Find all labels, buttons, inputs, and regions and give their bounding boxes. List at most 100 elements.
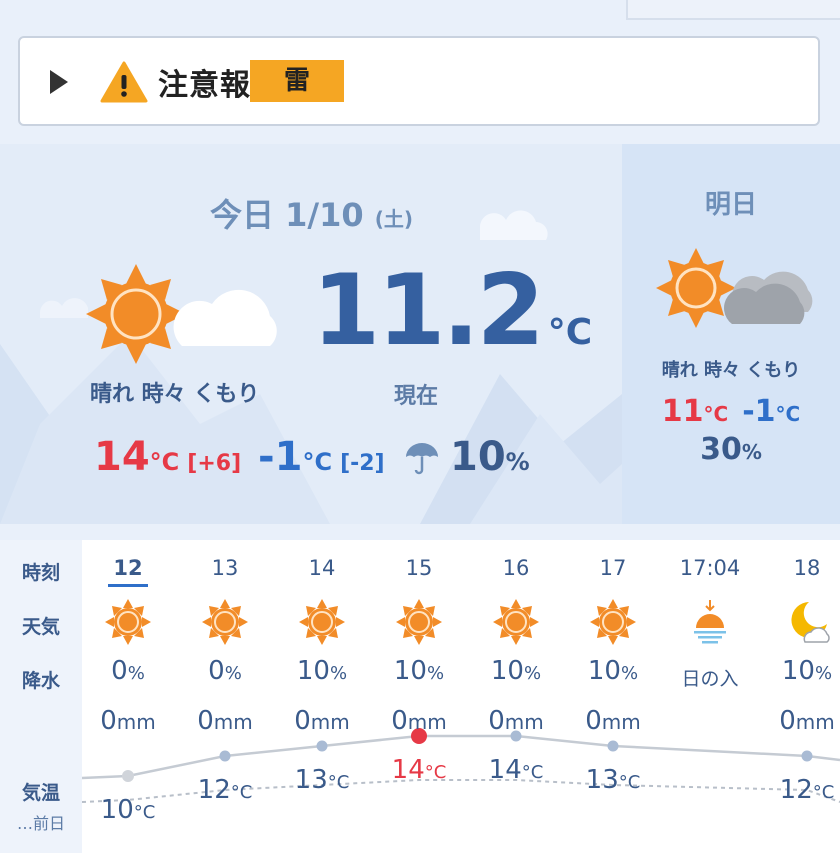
precip-amount-unit: mm	[601, 710, 641, 734]
date-text: 今日 1/10	[210, 196, 364, 234]
time-row-label: 時刻	[21, 562, 60, 584]
precip-amount-value: 0	[779, 706, 796, 736]
precip-value: 10	[587, 656, 621, 686]
hour-column: 14 10% 0mm	[274, 540, 370, 853]
precip-probability: 10%	[468, 656, 564, 686]
sunset-icon	[686, 598, 734, 646]
precip-unit: %	[523, 663, 542, 684]
pop-value: 10	[450, 434, 506, 480]
sun-icon	[104, 598, 152, 646]
min-diff: [-2]	[340, 451, 385, 476]
min-value: -1	[258, 434, 303, 480]
warning-icon	[100, 61, 148, 103]
now-label: 現在	[394, 384, 439, 409]
today-condition: 晴れ 時々 くもり	[90, 382, 260, 407]
precip-value: 0	[208, 656, 225, 686]
tomorrow-condition: 晴れ 時々 くもり	[661, 360, 801, 381]
hour-label: 14	[308, 556, 336, 580]
max-unit: °C	[149, 448, 180, 476]
prev-day-label: …前日	[16, 814, 65, 833]
sun-icon	[298, 598, 346, 646]
precip-amount: 0mm	[177, 706, 273, 736]
hourly-forecast[interactable]: 時刻 天気 降水 気温 …前日 10°C 12°C 13°C 14°C 14°C 13°C…	[0, 540, 840, 853]
tomorrow-max: 11°C	[662, 394, 728, 429]
precip-unit: %	[620, 663, 639, 684]
current-temp-value: 11.2	[312, 254, 545, 368]
hour-label: 17:04	[679, 556, 741, 580]
precip-value: 10	[781, 656, 815, 686]
hour-label: 15	[405, 556, 433, 580]
expand-triangle-icon[interactable]	[50, 70, 68, 94]
precip-amount-unit: mm	[504, 710, 544, 734]
sun-icon	[589, 598, 637, 646]
hour-label: 17	[599, 556, 627, 580]
precip-amount-unit: mm	[213, 710, 253, 734]
hour-column: 15 10% 0mm	[371, 540, 467, 853]
precip-probability: 0%	[177, 656, 273, 686]
precip-amount-value: 0	[100, 706, 117, 736]
sun-icon	[201, 598, 249, 646]
tomorrow-max-unit: °C	[703, 402, 729, 426]
hour-label: 13	[211, 556, 239, 580]
current-hour-underline	[108, 584, 148, 587]
tomorrow-panel[interactable]: 明日 晴れ 時々 くもり 11°C -1°C 30%	[622, 144, 840, 524]
today-min-temp: -1°C [-2]	[258, 434, 385, 480]
precip-amount-unit: mm	[795, 710, 835, 734]
pop-unit: %	[505, 448, 530, 476]
weather-row-label: 天気	[21, 616, 60, 638]
temp-row-label: 気温	[21, 782, 60, 804]
precip-amount: 0mm	[759, 706, 840, 736]
precip-unit: %	[814, 663, 833, 684]
max-diff: [+6]	[187, 451, 242, 476]
tomorrow-min: -1°C	[742, 394, 800, 429]
precip-value: 10	[393, 656, 427, 686]
precip-value: 10	[490, 656, 524, 686]
today-max-temp: 14°C [+6]	[94, 434, 241, 480]
max-value: 14	[94, 434, 150, 480]
tomorrow-pop-value: 30	[700, 432, 742, 467]
tomorrow-pop-unit: %	[741, 440, 762, 464]
precip-amount-unit: mm	[407, 710, 447, 734]
moon-cloud-icon	[783, 598, 831, 646]
sun-icon	[492, 598, 540, 646]
precip-probability: 10%	[371, 656, 467, 686]
precip-amount-unit: mm	[310, 710, 350, 734]
warning-type-badge: 雷	[250, 60, 344, 102]
precip-amount: 0mm	[565, 706, 661, 736]
precip-amount-value: 0	[197, 706, 214, 736]
tomorrow-min-value: -1	[742, 394, 776, 429]
current-temp-unit: °C	[547, 312, 593, 353]
precip-row-label: 降水	[21, 670, 60, 692]
precip-unit: %	[127, 663, 145, 684]
sun-cloud-icon	[86, 264, 277, 364]
precip-amount: 0mm	[371, 706, 467, 736]
precip-amount-value: 0	[585, 706, 602, 736]
hour-label: 12	[113, 556, 143, 580]
min-unit: °C	[302, 448, 333, 476]
today-date: 今日 1/10 (土)	[210, 190, 413, 236]
precip-amount-value: 0	[294, 706, 311, 736]
tomorrow-max-value: 11	[661, 394, 704, 429]
precip-probability: 10%	[759, 656, 840, 686]
tomorrow-label: 明日	[704, 190, 757, 220]
tomorrow-temps: 11°C -1°C	[622, 394, 840, 429]
umbrella-icon	[406, 443, 438, 475]
hour-column: 12 0% 0mm	[80, 540, 176, 853]
top-tab[interactable]	[626, 0, 840, 20]
precip-probability: 10%	[274, 656, 370, 686]
precip-amount: 0mm	[468, 706, 564, 736]
precip-amount-value: 0	[391, 706, 408, 736]
sunset-label: 日の入	[681, 668, 739, 690]
precip-probability: 10%	[565, 656, 661, 686]
warning-banner[interactable]: 注意報 雷	[18, 36, 820, 126]
top-strip	[0, 0, 840, 24]
hour-column: 17 10% 0mm	[565, 540, 661, 853]
tomorrow-pop: 30%	[622, 432, 840, 467]
sun-cloud-icon	[656, 248, 813, 328]
today-pop: 10%	[450, 434, 530, 480]
sun-icon	[395, 598, 443, 646]
precip-unit: %	[426, 663, 445, 684]
day-of-week: (土)	[374, 207, 414, 231]
hour-label: 16	[502, 556, 530, 580]
tomorrow-min-unit: °C	[775, 402, 801, 426]
